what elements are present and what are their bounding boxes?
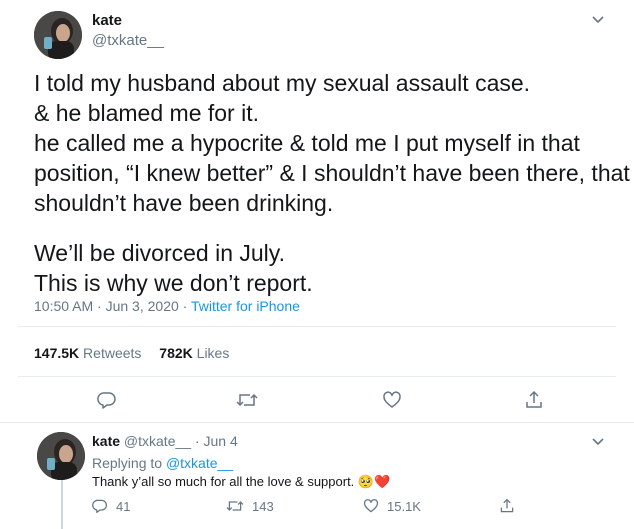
like-icon: [363, 499, 379, 513]
reply-display-name[interactable]: kate: [92, 433, 120, 449]
display-name[interactable]: kate: [92, 12, 122, 29]
tweet-timestamp[interactable]: 10:50 AM · Jun 3, 2020 ·: [34, 298, 187, 314]
tweet-text-line: This is why we don’t report.: [34, 270, 313, 296]
reply-count: 41: [116, 498, 131, 514]
share-button[interactable]: [523, 389, 545, 411]
replying-to: Replying to @txkate__: [92, 455, 233, 471]
reply-retweet-button[interactable]: 143: [226, 498, 274, 514]
retweets-count: 147.5K: [34, 345, 80, 361]
likes-count: 782K: [159, 345, 193, 361]
retweet-icon: [236, 393, 258, 407]
tweet-text-line: & he blamed me for it.: [34, 100, 259, 126]
tweet-text-line: We’ll be divorced in July.: [34, 240, 285, 266]
retweet-icon: [226, 501, 244, 511]
tweet-text-line: I told my husband about my sexual assaul…: [34, 70, 531, 96]
reply-like-button[interactable]: 15.1K: [363, 498, 421, 514]
tweet-text-line: shouldn’t have been drinking.: [34, 190, 334, 216]
retweets-label: Retweets: [83, 345, 142, 361]
share-icon: [500, 498, 514, 513]
tweet-text-line: position, “I knew better” & I shouldn’t …: [34, 160, 634, 186]
replying-to-label: Replying to: [92, 455, 163, 471]
likes-stat[interactable]: 782K Likes: [159, 345, 229, 361]
divider: [0, 422, 634, 423]
reply-emoji: 🥺❤️: [357, 474, 391, 489]
reply-button[interactable]: [96, 389, 118, 411]
reply-avatar[interactable]: [37, 432, 85, 480]
tweet-text-line: he called me a hypocrite & told me I put…: [34, 130, 580, 156]
reply-date[interactable]: · Jun 4: [195, 433, 238, 449]
divider: [18, 376, 616, 377]
reply-icon: [97, 392, 116, 409]
reply-share-button[interactable]: [499, 498, 523, 514]
reply-reply-button[interactable]: 41: [92, 498, 130, 514]
like-button[interactable]: [381, 389, 403, 411]
tweet-meta: 10:50 AM · Jun 3, 2020 · Twitter for iPh…: [34, 298, 300, 314]
chevron-down-icon[interactable]: [591, 12, 605, 26]
reply-text: Thank y’all so much for all the love & s…: [92, 474, 390, 490]
reply-text-content: Thank y’all so much for all the love & s…: [92, 474, 355, 489]
divider: [18, 326, 616, 327]
avatar[interactable]: [34, 11, 82, 59]
share-icon: [526, 390, 542, 408]
retweet-count: 143: [252, 498, 274, 514]
user-handle[interactable]: @txkate__: [92, 32, 164, 49]
reply-icon: [92, 499, 107, 514]
tweet-source[interactable]: Twitter for iPhone: [191, 298, 300, 314]
tweet-text-line: [34, 218, 614, 238]
tweet-text: I told my husband about my sexual assaul…: [34, 68, 634, 298]
thread-line: [61, 480, 63, 529]
replying-to-handle[interactable]: @txkate__: [166, 455, 233, 471]
likes-label: Likes: [196, 345, 230, 361]
tweet-stats: 147.5K Retweets 782K Likes: [34, 345, 229, 361]
retweets-stat[interactable]: 147.5K Retweets: [34, 345, 145, 361]
reply-user-handle[interactable]: @txkate__: [124, 433, 191, 449]
reply-header: kate @txkate__ · Jun 4: [92, 433, 238, 449]
like-count: 15.1K: [387, 498, 421, 514]
retweet-button[interactable]: [236, 389, 258, 411]
chevron-down-icon[interactable]: [591, 434, 605, 448]
like-icon: [383, 391, 401, 408]
